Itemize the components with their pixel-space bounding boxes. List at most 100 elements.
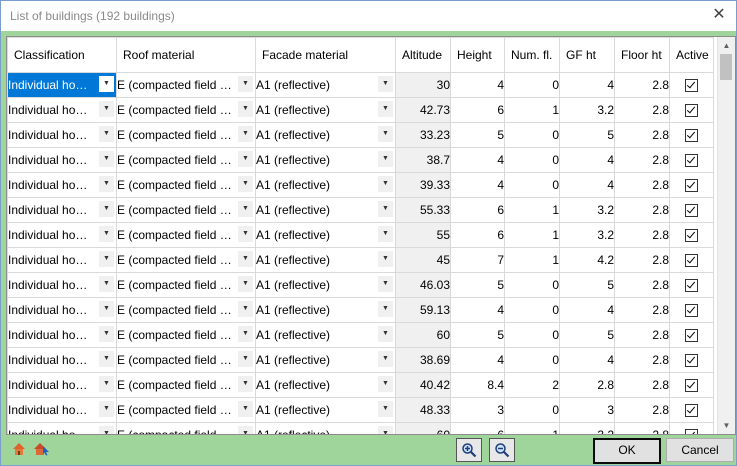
dropdown-arrow-icon[interactable]: ▼ (99, 201, 114, 217)
height-cell[interactable]: 5 (450, 122, 505, 148)
column-header-facade-material[interactable]: Facade material (255, 37, 396, 73)
close-button[interactable]: ✕ (710, 6, 728, 24)
table-row[interactable]: Individual hous...▼E (compacted field a.… (7, 72, 714, 98)
dropdown-arrow-icon[interactable]: ▼ (99, 326, 114, 342)
facade-material-cell[interactable]: A1 (reflective) ▼ (255, 97, 396, 123)
floor-height-cell[interactable]: 2.8 (614, 272, 670, 298)
height-cell[interactable]: 4 (450, 172, 505, 198)
classification-cell[interactable]: Individual hous... ▼ (7, 272, 117, 298)
dropdown-arrow-icon[interactable]: ▼ (99, 276, 114, 292)
active-cell[interactable] (669, 247, 714, 273)
column-header-height[interactable]: Height (450, 37, 505, 73)
facade-material-cell[interactable]: A1 (reflective) ▼ (255, 372, 396, 398)
dropdown-arrow-icon[interactable]: ▼ (378, 326, 393, 342)
table-row[interactable]: Individual hous...▼E (compacted field a.… (7, 172, 714, 198)
dropdown-arrow-icon[interactable]: ▼ (378, 126, 393, 142)
dropdown-arrow-icon[interactable]: ▼ (238, 76, 253, 92)
altitude-cell[interactable]: 30 (395, 72, 451, 98)
classification-cell[interactable]: Individual hous... ▼ (7, 172, 117, 198)
roof-material-cell[interactable]: E (compacted field a... ▼ (116, 397, 256, 423)
table-row[interactable]: Individual hous...▼E (compacted field a.… (7, 372, 714, 398)
roof-material-cell[interactable]: E (compacted field a... ▼ (116, 372, 256, 398)
gf-height-cell[interactable]: 5 (559, 272, 615, 298)
floor-height-cell[interactable]: 2.8 (614, 322, 670, 348)
column-header-classification[interactable]: Classification (7, 37, 117, 73)
height-cell[interactable]: 5 (450, 322, 505, 348)
dropdown-arrow-icon[interactable]: ▼ (238, 376, 253, 392)
active-cell[interactable] (669, 97, 714, 123)
floor-height-cell[interactable]: 2.8 (614, 247, 670, 273)
floor-height-cell[interactable]: 2.8 (614, 197, 670, 223)
table-row[interactable]: Individual hous...▼E (compacted field a.… (7, 147, 714, 173)
facade-material-cell[interactable]: A1 (reflective) ▼ (255, 147, 396, 173)
dropdown-arrow-icon[interactable]: ▼ (99, 176, 114, 192)
floor-height-cell[interactable]: 2.8 (614, 372, 670, 398)
checkbox-checked-icon[interactable] (685, 204, 698, 218)
roof-material-cell[interactable]: E (compacted field a... ▼ (116, 72, 256, 98)
num-floors-cell[interactable]: 1 (504, 222, 560, 248)
roof-material-cell[interactable]: E (compacted field a... ▼ (116, 322, 256, 348)
num-floors-cell[interactable]: 1 (504, 197, 560, 223)
dropdown-arrow-icon[interactable]: ▼ (238, 126, 253, 142)
num-floors-cell[interactable]: 0 (504, 122, 560, 148)
dropdown-arrow-icon[interactable]: ▼ (238, 401, 253, 417)
altitude-cell[interactable]: 40.42 (395, 372, 451, 398)
altitude-cell[interactable]: 33.23 (395, 122, 451, 148)
facade-material-cell[interactable]: A1 (reflective) ▼ (255, 347, 396, 373)
table-row[interactable]: Individual hous...▼E (compacted field a.… (7, 222, 714, 248)
table-row[interactable]: Individual hous...▼E (compacted field a.… (7, 297, 714, 323)
height-cell[interactable]: 4 (450, 347, 505, 373)
floor-height-cell[interactable]: 2.8 (614, 122, 670, 148)
dropdown-arrow-icon[interactable]: ▼ (238, 351, 253, 367)
gf-height-cell[interactable]: 5 (559, 122, 615, 148)
classification-cell[interactable]: Individual hous... ▼ (7, 72, 117, 98)
checkbox-checked-icon[interactable] (685, 104, 698, 118)
floor-height-cell[interactable]: 2.8 (614, 222, 670, 248)
active-cell[interactable] (669, 372, 714, 398)
height-cell[interactable]: 3 (450, 397, 505, 423)
active-cell[interactable] (669, 222, 714, 248)
checkbox-checked-icon[interactable] (685, 279, 698, 293)
column-header-gf-height[interactable]: GF ht (559, 37, 615, 73)
altitude-cell[interactable]: 59.13 (395, 297, 451, 323)
altitude-cell[interactable]: 55 (395, 222, 451, 248)
num-floors-cell[interactable]: 0 (504, 397, 560, 423)
gf-height-cell[interactable]: 4.2 (559, 247, 615, 273)
dropdown-arrow-icon[interactable]: ▼ (238, 176, 253, 192)
dropdown-arrow-icon[interactable]: ▼ (99, 376, 114, 392)
active-cell[interactable] (669, 322, 714, 348)
column-header-active[interactable]: Active (669, 37, 714, 73)
altitude-cell[interactable]: 60 (395, 322, 451, 348)
dropdown-arrow-icon[interactable]: ▼ (238, 101, 253, 117)
zoom-out-icon[interactable] (489, 438, 515, 462)
dropdown-arrow-icon[interactable]: ▼ (238, 151, 253, 167)
num-floors-cell[interactable]: 0 (504, 72, 560, 98)
floor-height-cell[interactable]: 2.8 (614, 72, 670, 98)
column-header-num-floors[interactable]: Num. fl. (504, 37, 560, 73)
roof-material-cell[interactable]: E (compacted field a... ▼ (116, 197, 256, 223)
checkbox-checked-icon[interactable] (685, 404, 698, 418)
altitude-cell[interactable]: 38.69 (395, 347, 451, 373)
checkbox-checked-icon[interactable] (685, 254, 698, 268)
ok-button[interactable]: OK (593, 438, 661, 464)
num-floors-cell[interactable]: 0 (504, 347, 560, 373)
gf-height-cell[interactable]: 4 (559, 72, 615, 98)
active-cell[interactable] (669, 172, 714, 198)
classification-cell[interactable]: Individual hous... ▼ (7, 297, 117, 323)
dropdown-arrow-icon[interactable]: ▼ (99, 251, 114, 267)
dropdown-arrow-icon[interactable]: ▼ (238, 326, 253, 342)
table-row[interactable]: Individual hous...▼E (compacted field a.… (7, 97, 714, 123)
dropdown-arrow-icon[interactable]: ▼ (378, 151, 393, 167)
dropdown-arrow-icon[interactable]: ▼ (99, 126, 114, 142)
checkbox-checked-icon[interactable] (685, 379, 698, 393)
checkbox-checked-icon[interactable] (685, 129, 698, 143)
roof-material-cell[interactable]: E (compacted field a... ▼ (116, 247, 256, 273)
building-up-icon[interactable] (8, 438, 30, 460)
altitude-cell[interactable]: 39.33 (395, 172, 451, 198)
checkbox-checked-icon[interactable] (685, 79, 698, 93)
scroll-up-icon[interactable]: ▲ (718, 37, 735, 54)
dropdown-arrow-icon[interactable]: ▼ (238, 276, 253, 292)
altitude-cell[interactable]: 42.73 (395, 97, 451, 123)
gf-height-cell[interactable]: 5 (559, 322, 615, 348)
column-header-floor-height[interactable]: Floor ht (614, 37, 670, 73)
